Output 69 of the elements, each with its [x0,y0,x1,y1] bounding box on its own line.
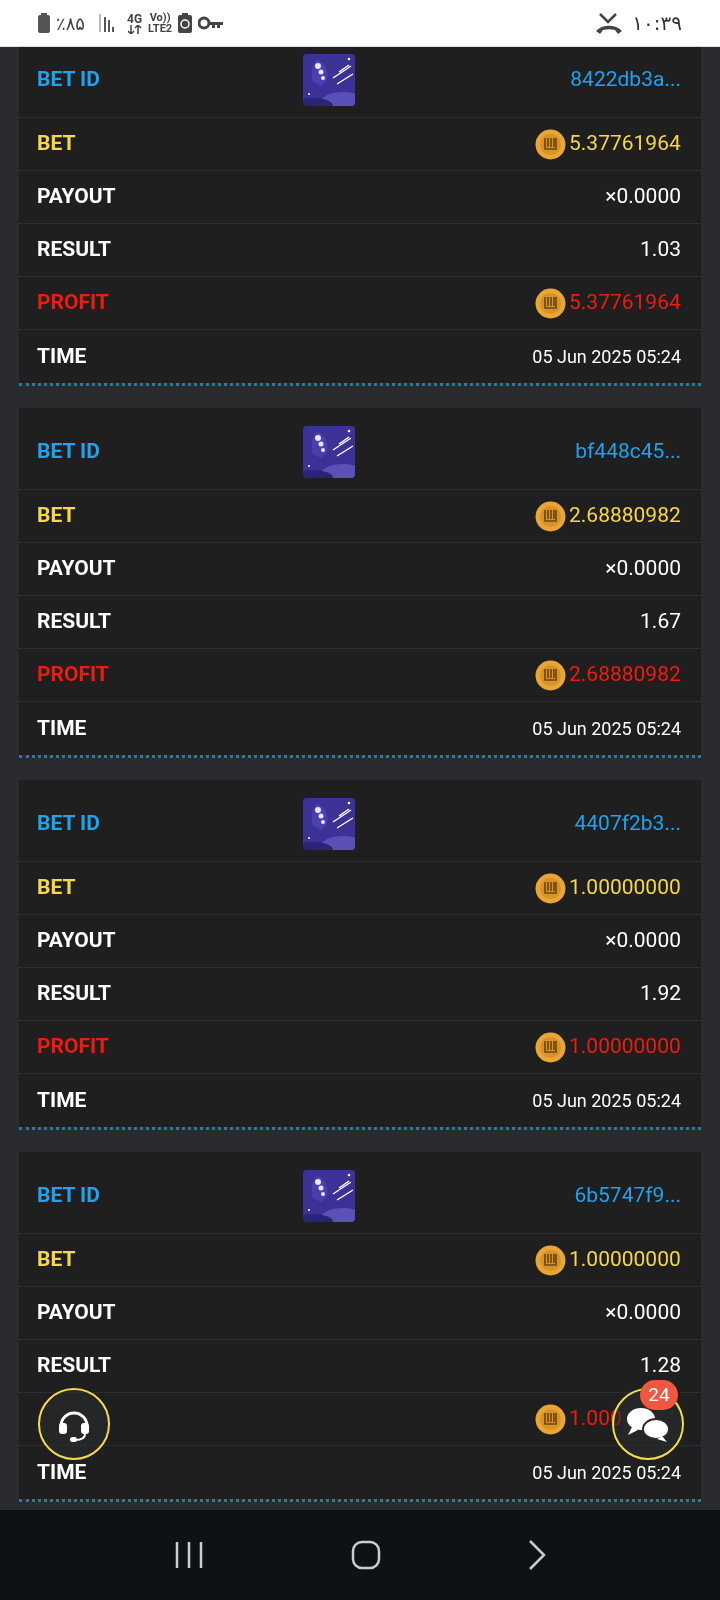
coin-icon [535,872,566,904]
coin-icon [535,659,566,691]
field-label: TIME [37,1086,88,1114]
time-value: 05 Jun 2025 05:24 [532,1089,681,1113]
field-label: BET ID [37,1181,101,1209]
key-icon [198,16,225,30]
field-label: RESULT [37,608,113,636]
bet-amount: 1.00000000 [569,1246,681,1274]
data-arrows-icon [127,24,142,34]
result-value: 1.03 [640,236,681,264]
payout-value: ×0.0000 [605,1299,681,1327]
field-label: PROFIT [37,661,110,689]
field-label: BET [37,1246,77,1274]
clock-text: ۱۰:۳۹ [632,10,682,37]
field-label: RESULT [37,236,113,264]
field-label: PAYOUT [37,555,117,583]
field-label: PROFIT [37,289,110,317]
profit-value: 5.37761964 [569,289,681,317]
recycle-battery-icon [178,13,193,33]
field-label: BET ID [37,809,101,837]
field-label: TIME [37,1458,88,1486]
signal-icon [99,14,117,32]
bet-id[interactable]: 4407f2b3... [574,807,681,840]
bet-amount: 1.00000000 [569,874,681,902]
bet-id[interactable]: bf448c45... [575,435,681,468]
result-value: 1.28 [640,1352,681,1380]
coin-icon [535,1031,566,1063]
coin-icon [535,287,566,319]
field-label: PAYOUT [37,927,117,955]
time-value: 05 Jun 2025 05:24 [532,717,681,741]
result-value: 1.67 [640,608,681,636]
volte-text: Vo)) [149,12,171,23]
recent-apps-icon[interactable] [173,1541,204,1569]
field-label: TIME [37,342,88,370]
network-text: 4G [127,12,143,25]
battery-icon [38,13,50,33]
time-value: 05 Jun 2025 05:24 [532,1461,681,1485]
result-value: 1.92 [640,980,681,1008]
field-label: BET [37,874,77,902]
bet-amount: 2.68880982 [569,502,681,530]
field-label: PAYOUT [37,1299,117,1327]
field-label: RESULT [37,1352,113,1380]
field-label: BET [37,130,77,158]
coin-icon [535,1403,566,1435]
payout-value: ×0.0000 [605,927,681,955]
missed-call-icon [596,12,623,34]
coin-icon [535,500,566,532]
field-label: TIME [37,714,88,742]
payout-value: ×0.0000 [605,555,681,583]
bet-id[interactable]: 8422db3a... [570,63,681,96]
back-icon[interactable] [528,1540,547,1570]
coin-icon [535,128,566,160]
chat-bubbles-icon [626,1405,670,1443]
profit-value: 2.68880982 [569,661,681,689]
bet-id[interactable]: 6b5747f9... [574,1179,681,1212]
field-label: BET ID [37,65,101,93]
bet-amount: 5.37761964 [569,130,681,158]
profit-value: 1.00000000 [569,1033,681,1061]
field-label: BET ID [37,437,101,465]
lte-text: LTE2 [148,23,173,34]
field-label: PAYOUT [37,183,117,211]
coin-icon [535,1244,566,1276]
field-label: BET [37,502,77,530]
home-icon[interactable] [351,1540,381,1570]
field-label: RESULT [37,980,113,1008]
field-label: PROFIT [37,1033,110,1061]
battery-text: ٪۸۵ [56,11,85,36]
payout-value: ×0.0000 [605,183,681,211]
time-value: 05 Jun 2025 05:24 [532,345,681,369]
